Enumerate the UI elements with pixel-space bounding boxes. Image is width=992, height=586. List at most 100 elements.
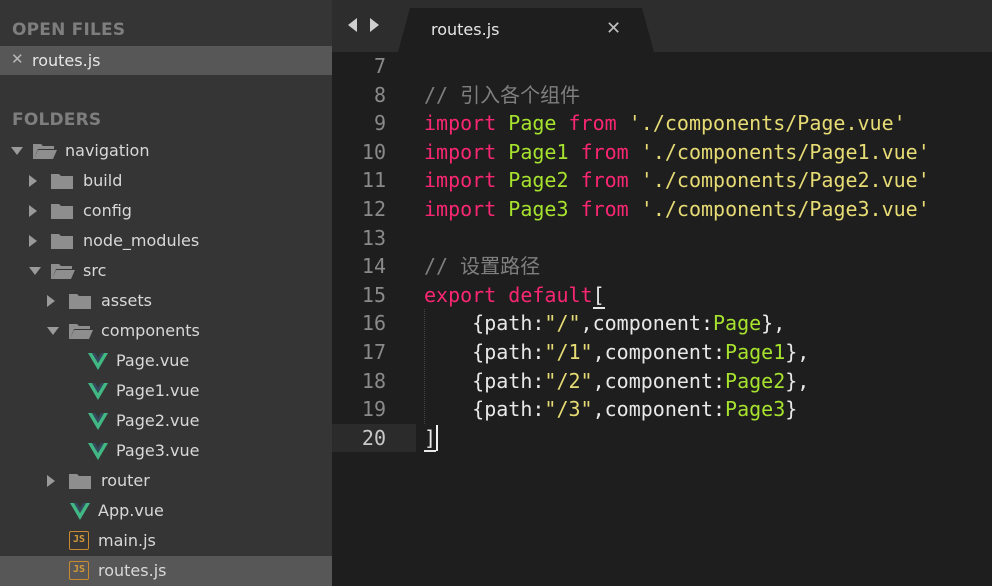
line-number: 10 [361,139,386,164]
tree-item-label: navigation [65,141,150,160]
line-number: 17 [361,340,386,364]
chevron-right-icon[interactable] [29,175,37,187]
code-editor[interactable]: 7 8 9 10 11 12 13 14 15 16 17 18 19 20 // 引入各个组件 impor… [332,52,992,586]
line-number-gutter: 7 8 9 10 11 12 13 14 15 16 17 18 19 20 [332,52,416,586]
line-number: 8 [373,82,386,107]
code-token: [ [592,282,605,309]
code-line[interactable]: import Page3 from './components/Page3.vu… [424,195,930,224]
code-line[interactable]: {path:"/1",component:Page1}, [424,338,809,367]
code-token: }, [785,340,810,364]
line-number: 16 [361,311,386,336]
open-file-label: routes.js [32,51,101,70]
tree-item-label: config [83,201,132,220]
tree-item-config[interactable]: config [0,196,332,226]
folder-icon [68,471,94,495]
tree-item-node-modules[interactable]: node_modules [0,226,332,256]
code-token: ,component: [592,368,726,393]
chevron-down-icon[interactable] [11,147,23,155]
line-number: 14 [361,254,386,279]
tree-item-page2-vue[interactable]: Page2.vue [0,406,332,436]
line-number: 12 [361,197,386,221]
code-line[interactable]: {path:"/3",component:Page3} [424,395,797,424]
tree-item-page3-vue[interactable]: Page3.vue [0,436,332,466]
code-line[interactable]: // 引入各个组件 [424,81,580,110]
close-icon[interactable]: ✕ [11,50,24,68]
open-files-header: OPEN FILES [12,20,126,40]
tree-item-label: Page3.vue [116,441,200,460]
sidebar: OPEN FILES ✕ routes.js FOLDERS navigatio… [0,0,332,586]
code-token: }, [785,368,810,393]
tree-item-label: assets [101,291,152,310]
tree-item-label: App.vue [98,501,164,520]
code-token: ,component: [592,397,726,422]
code-token: {path: [424,397,545,422]
vue-file-icon [69,501,91,525]
chevron-down-icon[interactable] [47,327,59,335]
folder-icon [50,171,76,195]
chevron-right-icon[interactable] [29,205,37,217]
tree-item-page1-vue[interactable]: Page1.vue [0,376,332,406]
chevron-right-icon[interactable] [370,18,379,32]
code-token: from [580,197,629,221]
code-token: export [424,282,497,307]
code-token: default [508,282,593,307]
tree-item-main-js[interactable]: JS main.js [0,526,332,556]
tree-item-label: node_modules [83,231,200,250]
code-token: import [424,139,497,164]
line-number: 20 [332,423,416,453]
code-token: {path: [424,368,545,393]
code-token: }, [761,311,786,336]
code-token: './components/Page1.vue' [640,139,930,164]
code-line[interactable]: {path:"/",component:Page}, [424,309,785,338]
tree-item-label: build [83,171,123,190]
tree-item-navigation[interactable]: navigation [0,136,332,166]
code-token: Page [508,111,557,136]
code-token: Page1 [508,139,569,164]
line-number: 7 [373,54,386,78]
tree-item-label: components [101,321,200,340]
tab-label: routes.js [431,20,500,39]
tree-item-build[interactable]: build [0,166,332,196]
vue-file-icon [87,381,109,405]
code-token: ] [424,425,437,452]
tree-item-assets[interactable]: assets [0,286,332,316]
tree-item-page-vue[interactable]: Page.vue [0,346,332,376]
code-line[interactable]: ] [424,424,437,453]
code-token: Page1 [725,340,786,364]
code-line[interactable]: // 设置路径 [424,252,540,281]
code-token: ,component: [592,340,726,364]
code-line[interactable]: {path:"/2",component:Page2}, [424,367,809,396]
tree-item-components[interactable]: components [0,316,332,346]
code-token: from [568,111,617,136]
open-file-item-routes-js[interactable]: ✕ routes.js [0,46,332,75]
code-token: from [580,139,629,164]
code-area[interactable]: // 引入各个组件 import Page from './components/… [424,52,992,586]
tree-item-label: src [83,261,107,280]
chevron-down-icon[interactable] [29,267,41,275]
code-token: import [424,111,497,136]
chevron-left-icon[interactable] [348,18,357,32]
tab-bar: routes.js ✕ [332,0,992,52]
code-line[interactable]: import Page2 from './components/Page2.vu… [424,166,930,195]
tree-item-router[interactable]: router [0,466,332,496]
chevron-right-icon[interactable] [47,295,55,307]
tree-item-routes-js[interactable]: JS routes.js [0,556,332,586]
indent-guide [424,309,425,424]
line-number: 13 [361,225,386,250]
tab-routes-js[interactable]: routes.js ✕ [398,8,654,52]
chevron-right-icon[interactable] [29,235,37,247]
chevron-right-icon[interactable] [47,475,55,487]
code-line[interactable]: import Page from './components/Page.vue' [424,109,906,138]
line-number: 11 [361,168,386,193]
tree-item-app-vue[interactable]: App.vue [0,496,332,526]
code-line[interactable]: export default[ [424,281,605,310]
code-line[interactable]: import Page1 from './components/Page1.vu… [424,138,930,167]
vue-file-icon [87,351,109,375]
tree-item-src[interactable]: src [0,256,332,286]
code-token: {path: [424,340,545,364]
close-icon[interactable]: ✕ [606,18,621,39]
